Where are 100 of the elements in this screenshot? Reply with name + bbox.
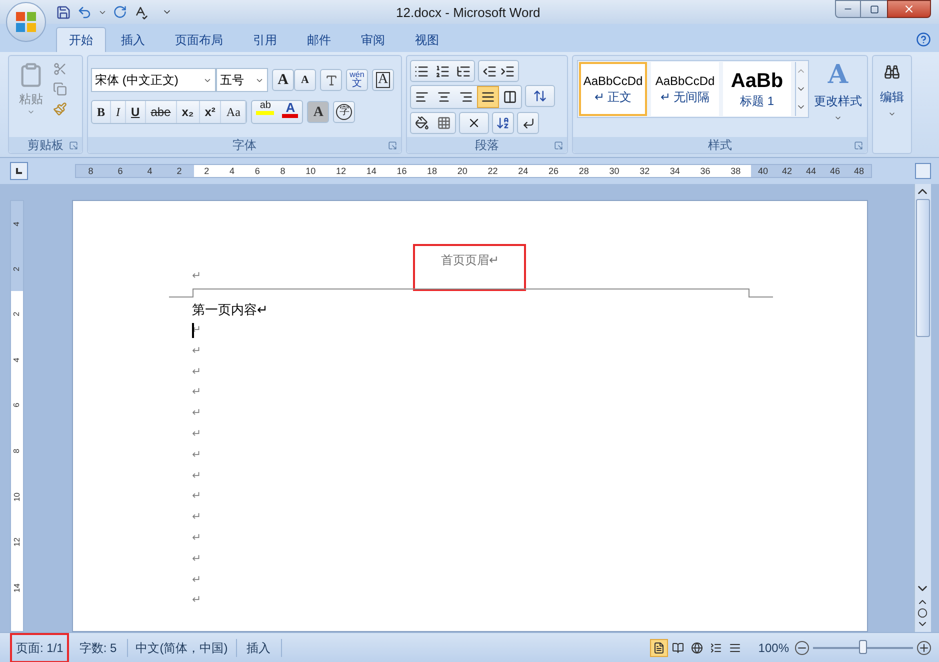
vertical-scrollbar[interactable]	[914, 184, 931, 632]
ruler-number: 16	[396, 165, 407, 177]
ribbon-tab[interactable]: 视图	[400, 27, 454, 52]
numbering-icon[interactable]	[435, 64, 450, 78]
sort-button[interactable]	[492, 112, 514, 134]
justify-icon[interactable]	[477, 86, 499, 108]
chinese-layout-button[interactable]	[459, 112, 489, 134]
borders-icon[interactable]	[437, 116, 451, 130]
paragraph-text: ↵	[192, 593, 201, 608]
phonetic-guide-button[interactable]: wén 文	[346, 69, 368, 91]
highlight-button[interactable]: ab	[252, 101, 278, 123]
scroll-thumb[interactable]	[916, 199, 930, 337]
sort-icon	[496, 116, 510, 130]
format-button[interactable]: B	[92, 101, 112, 123]
browse-object-icon[interactable]	[915, 608, 930, 618]
ruler-number: 20	[457, 165, 468, 177]
line-spacing-button[interactable]	[525, 85, 555, 107]
paragraph-text: ↵	[192, 572, 201, 588]
zoom-slider-thumb[interactable]	[859, 640, 867, 654]
character-border-button[interactable]: A	[372, 69, 394, 91]
ribbon-tab[interactable]: 邮件	[292, 27, 346, 52]
ruler-number: 22	[488, 165, 498, 177]
style-gallery-item[interactable]: AaBbCcDd ↵ 无间隔	[651, 62, 719, 116]
decrease-indent-icon[interactable]	[482, 64, 497, 78]
dialog-launcher-icon[interactable]	[854, 141, 863, 150]
grow-font-button[interactable]: A	[272, 69, 294, 91]
paragraph-text: ↵	[192, 489, 201, 504]
view-mode-icon	[672, 642, 684, 654]
ruler-number: 44	[806, 165, 816, 177]
group-label: 字体	[232, 139, 256, 151]
zoom-level[interactable]: 100%	[758, 638, 789, 656]
ruler-number: 4	[147, 165, 152, 177]
increase-indent-icon[interactable]	[500, 64, 515, 78]
tab-selector[interactable]	[10, 162, 28, 180]
font-color-button[interactable]: A	[278, 101, 302, 123]
character-shading-button[interactable]: A	[307, 101, 330, 123]
style-gallery-item[interactable]: AaBb 标题 1	[723, 62, 791, 116]
group-label: 剪贴板	[28, 139, 64, 151]
ribbon-tab[interactable]: 开始	[56, 27, 106, 52]
ruler-number: 30	[609, 165, 620, 177]
ruler-number: 6	[118, 165, 123, 177]
format-button[interactable]: abe	[146, 101, 177, 123]
shrink-font-button[interactable]: A	[294, 69, 316, 91]
ribbon-tab[interactable]: 审阅	[346, 27, 400, 52]
paragraph-mark: ↵	[192, 271, 201, 282]
ruler-number: 32	[640, 165, 650, 177]
maximize-button[interactable]	[861, 0, 887, 18]
ruler-number: 12	[336, 165, 346, 177]
ruler-number: 48	[854, 165, 864, 177]
dialog-launcher-icon[interactable]	[388, 141, 397, 150]
paragraph-text: ↵	[192, 385, 201, 400]
paragraph-text: 第一页内容↵	[192, 300, 268, 319]
change-styles-button[interactable]: A 更改样式	[813, 60, 863, 137]
undo-icon[interactable]	[77, 4, 92, 20]
view-button[interactable]	[650, 638, 668, 656]
format-button[interactable]: I	[111, 101, 126, 123]
enclose-character-button[interactable]: 字	[333, 101, 356, 123]
editing-button[interactable]: 编辑	[872, 55, 912, 154]
help-icon[interactable]	[916, 32, 931, 47]
shading-icon[interactable]	[415, 116, 429, 130]
ribbon-tab[interactable]: 插入	[106, 27, 160, 52]
insert-mode[interactable]: 插入	[236, 638, 282, 656]
format-button[interactable]: U	[126, 101, 146, 123]
align-lines-icon	[437, 90, 451, 104]
ruler-number: 8	[13, 448, 21, 454]
ribbon-tab[interactable]: 页面布局	[160, 27, 238, 52]
bullets-icon[interactable]	[414, 64, 429, 78]
align-lines-icon	[415, 90, 429, 104]
ruler-number: 6	[254, 165, 260, 177]
clear-formatting-icon	[324, 74, 338, 86]
zoom-out-icon[interactable]	[795, 640, 809, 654]
format-button[interactable]: x²	[200, 101, 222, 123]
ruler-number: 8	[88, 165, 94, 177]
clear-formatting-button[interactable]	[320, 69, 342, 91]
style-gallery-item[interactable]: AaBbCcDd ↵ 正文	[579, 62, 647, 116]
font-size-field[interactable]: 五号	[216, 68, 268, 92]
zoom-in-icon[interactable]	[917, 640, 931, 654]
caret-icon	[834, 114, 842, 122]
view-ruler-button[interactable]	[915, 163, 931, 179]
format-button[interactable]: Aa	[221, 101, 246, 123]
dialog-launcher-icon[interactable]	[69, 141, 78, 150]
ruler-number: 10	[306, 165, 316, 177]
font-name-field[interactable]: 宋体 (中文正文)	[91, 68, 216, 92]
ribbon-tab[interactable]: 引用	[238, 27, 292, 52]
word-count[interactable]: 字数: 5	[69, 638, 128, 656]
show-marks-button[interactable]	[517, 112, 539, 134]
paragraph-text: ↵	[192, 448, 201, 463]
office-button[interactable]	[6, 2, 46, 42]
spelling-check-icon[interactable]	[133, 4, 148, 20]
page-count[interactable]: 页面: 1/1	[10, 632, 70, 662]
language-indicator[interactable]: 中文(简体，中国)	[128, 638, 237, 656]
align-lines-icon	[459, 90, 473, 104]
ruler-number: 12	[13, 538, 21, 547]
close-button[interactable]	[887, 0, 931, 18]
dialog-launcher-icon[interactable]	[554, 141, 563, 150]
format-button[interactable]: x₂	[176, 101, 200, 123]
multilevel-list-icon[interactable]	[456, 64, 471, 78]
repeat-icon[interactable]	[113, 5, 127, 19]
text-cursor	[192, 322, 194, 338]
save-icon[interactable]	[56, 4, 71, 20]
